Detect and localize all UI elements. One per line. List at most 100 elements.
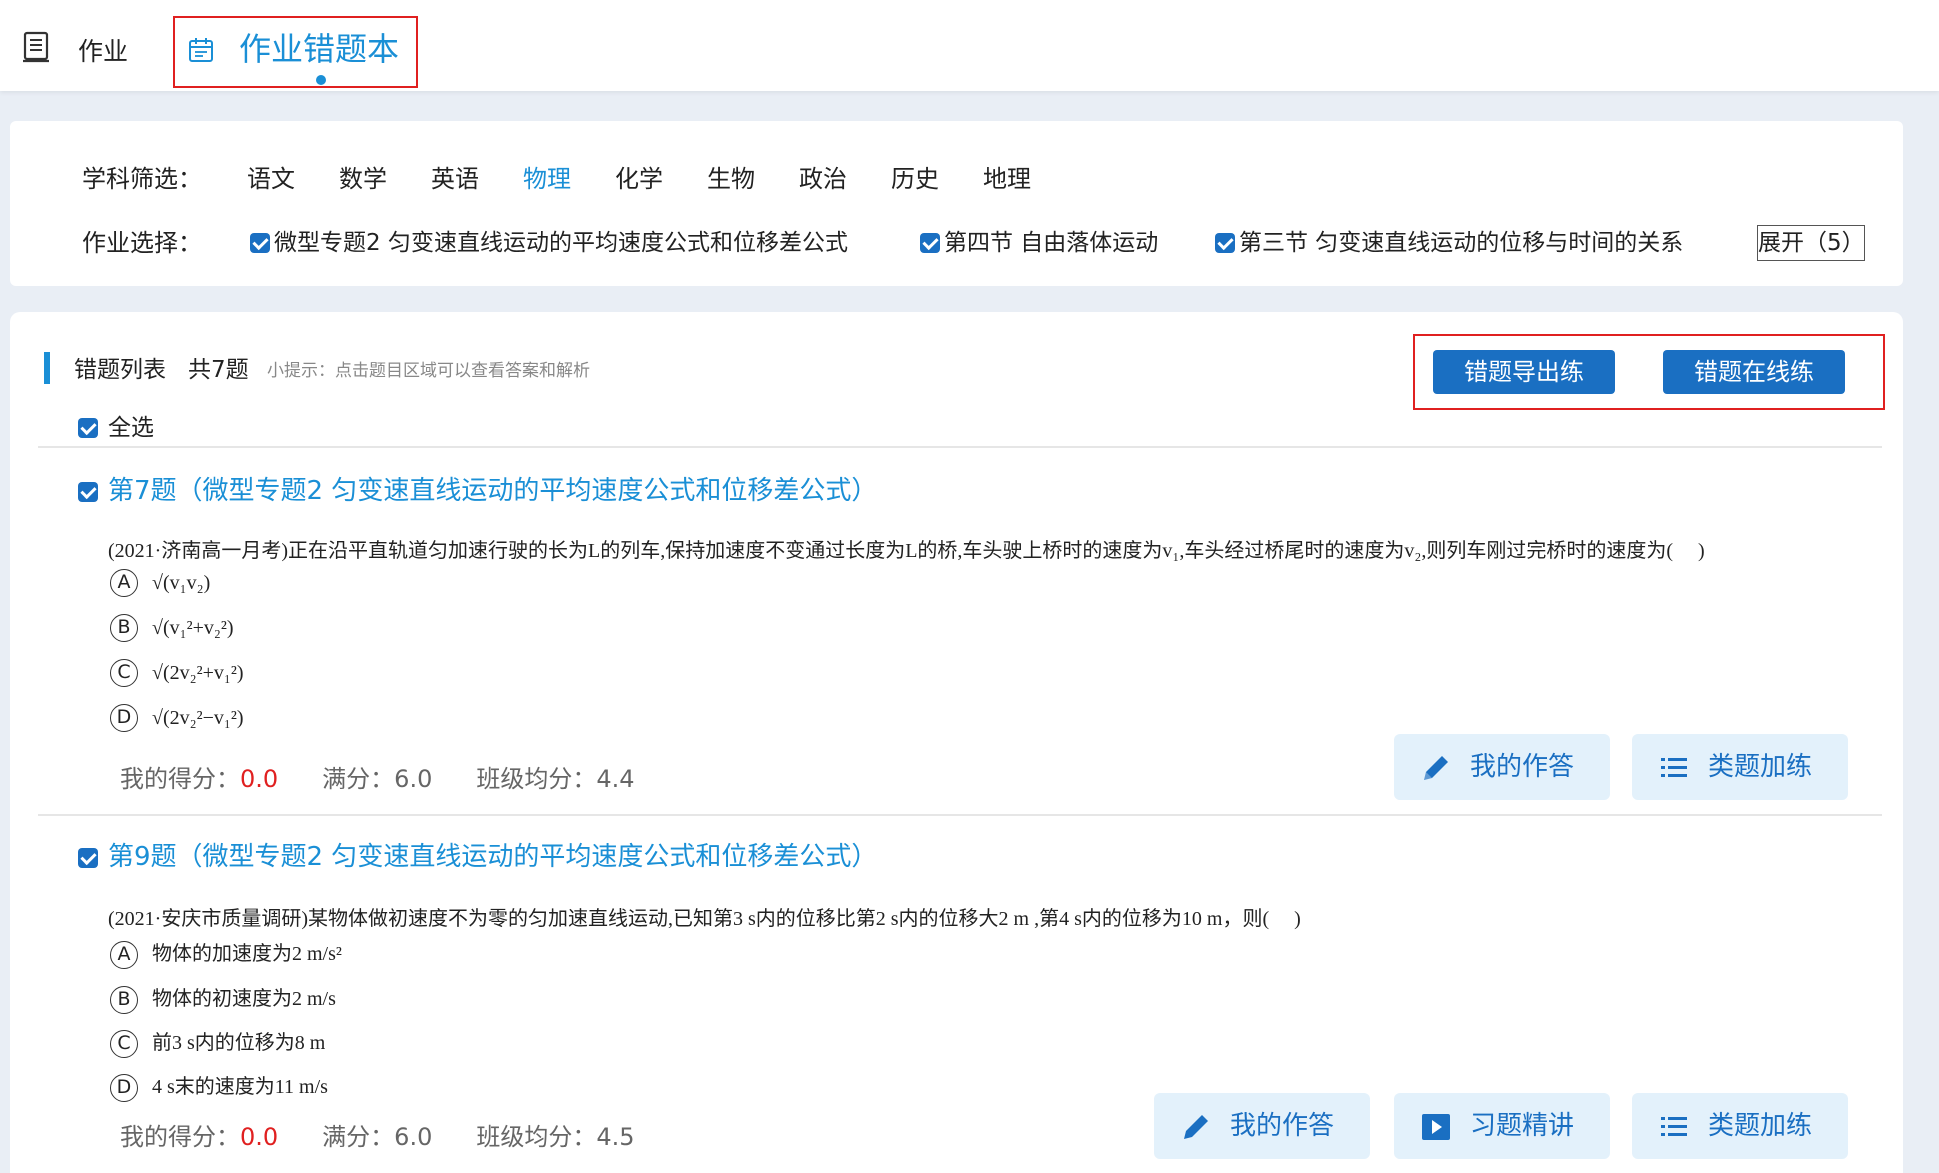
subject-filter-label: 学科筛选： (82, 165, 202, 193)
pencil-icon (1184, 1115, 1208, 1139)
option-text: 物体的加速度为2 m/s² (152, 943, 342, 965)
question-7-score-line: 我的得分：0.0 满分：6.0 班级均分：4.4 (120, 759, 635, 794)
homework-option-3[interactable]: 第三节 匀变速直线运动的位移与时间的关系 (1215, 223, 1683, 257)
list-hint: 小提示：点击题目区域可以查看答案和解析 (267, 361, 590, 381)
question-9-option-a[interactable]: A 物体的加速度为2 m/s² (110, 937, 342, 970)
subject-english[interactable]: 英语 (431, 159, 479, 194)
subject-chemistry[interactable]: 化学 (615, 159, 663, 194)
question-9-option-d[interactable]: D 4 s末的速度为11 m/s (110, 1070, 328, 1103)
homework-filter-label: 作业选择： (82, 229, 202, 257)
class-average-label: 班级均分： (476, 765, 597, 793)
question-7-option-d[interactable]: D √(2v₂²−v₁²) (110, 704, 244, 732)
full-score-label: 满分： (322, 1123, 395, 1151)
question-9-score-line: 我的得分：0.0 满分：6.0 班级均分：4.5 (120, 1117, 635, 1152)
option-letter-c: C (110, 1030, 138, 1059)
select-all[interactable]: 全选 (78, 408, 154, 442)
filter-panel: 学科筛选： 语文 数学 英语 物理 化学 生物 政治 历史 地理 作业选择： 微… (10, 121, 1903, 286)
calendar-icon (189, 38, 213, 62)
my-answer-button[interactable]: 我的作答 (1154, 1093, 1370, 1159)
list-icon (1661, 758, 1687, 777)
subject-physics[interactable]: 物理 (523, 159, 571, 194)
nav-wrongbook-tab[interactable]: 作业错题本 (173, 16, 418, 88)
my-score-value: 0.0 (240, 765, 279, 793)
button-label: 我的作答 (1470, 752, 1575, 782)
checkbox-checked-icon[interactable] (78, 482, 98, 502)
subject-math[interactable]: 数学 (339, 159, 387, 194)
checkbox-checked-icon[interactable] (78, 848, 98, 868)
question-title-text: 第7题（微型专题2 匀变速直线运动的平均速度公式和位移差公式） (108, 476, 878, 506)
my-score-label: 我的得分： (120, 765, 240, 793)
question-7-stem[interactable]: (2021·济南高一月考)正在沿平直轨道匀加速行驶的长为L的列车,保持加速度不变… (108, 534, 1705, 563)
nav-homework-tab[interactable]: 作业 (78, 32, 128, 68)
option-letter-a: A (110, 569, 138, 597)
option-letter-c: C (110, 659, 138, 687)
top-nav: 作业 作业错题本 (0, 0, 1939, 91)
expand-button[interactable]: 展开（5） (1757, 225, 1865, 261)
checkbox-checked-icon[interactable] (1215, 233, 1235, 253)
option-text: √(v₁v₂) (152, 571, 211, 594)
play-icon (1422, 1114, 1450, 1140)
action-button-group: 错题导出练 错题在线练 (1413, 334, 1885, 410)
option-letter-d: D (110, 704, 138, 732)
subject-chinese[interactable]: 语文 (247, 159, 295, 194)
online-practice-button[interactable]: 错题在线练 (1663, 350, 1845, 394)
my-answer-button[interactable]: 我的作答 (1394, 734, 1610, 800)
question-7-title[interactable]: 第7题（微型专题2 匀变速直线运动的平均速度公式和位移差公式） (78, 470, 877, 507)
list-icon (1661, 1117, 1687, 1136)
homework-option-label: 第三节 匀变速直线运动的位移与时间的关系 (1239, 230, 1684, 256)
question-9-title[interactable]: 第9题（微型专题2 匀变速直线运动的平均速度公式和位移差公式） (78, 836, 877, 873)
class-average-value: 4.4 (596, 765, 635, 793)
question-count: 共7题 (188, 357, 249, 383)
button-label: 类题加练 (1708, 752, 1813, 782)
option-letter-b: B (110, 614, 138, 642)
checkbox-checked-icon[interactable] (920, 233, 940, 253)
my-score-label: 我的得分： (120, 1123, 240, 1151)
similar-practice-button[interactable]: 类题加练 (1632, 734, 1848, 800)
active-tab-indicator (316, 75, 326, 85)
option-text: √(v₁²+v₂²) (152, 616, 234, 639)
export-practice-button[interactable]: 错题导出练 (1433, 350, 1615, 394)
checkbox-checked-icon[interactable] (78, 418, 98, 438)
question-9-stem[interactable]: (2021·安庆市质量调研)某物体做初速度不为零的匀加速直线运动,已知第3 s内… (108, 902, 1301, 931)
subject-history[interactable]: 历史 (891, 159, 939, 194)
option-text: √(2v₂²+v₁²) (152, 661, 244, 684)
question-7-option-c[interactable]: C √(2v₂²+v₁²) (110, 659, 244, 687)
homework-option-2[interactable]: 第四节 自由落体运动 (920, 223, 1158, 257)
list-title: 错题列表 (74, 357, 166, 383)
wrong-question-list: 错题列表 共7题 小提示：点击题目区域可以查看答案和解析 错题导出练 错题在线练… (10, 312, 1903, 1173)
question-9-option-b[interactable]: B 物体的初速度为2 m/s (110, 982, 336, 1015)
nav-wrongbook-label: 作业错题本 (239, 30, 400, 68)
option-text: 4 s末的速度为11 m/s (152, 1076, 328, 1098)
video-explanation-button[interactable]: 习题精讲 (1394, 1093, 1610, 1159)
subject-biology[interactable]: 生物 (707, 159, 755, 194)
question-9-option-c[interactable]: C 前3 s内的位移为8 m (110, 1026, 326, 1059)
homework-option-label: 微型专题2 匀变速直线运动的平均速度公式和位移差公式 (274, 230, 848, 256)
full-score-value: 6.0 (394, 1123, 433, 1151)
divider (38, 446, 1882, 448)
button-label: 类题加练 (1708, 1111, 1813, 1141)
option-letter-a: A (110, 941, 138, 970)
option-text: 物体的初速度为2 m/s (152, 988, 336, 1010)
question-title-text: 第9题（微型专题2 匀变速直线运动的平均速度公式和位移差公式） (108, 842, 878, 872)
homework-icon[interactable] (22, 30, 52, 64)
option-letter-d: D (110, 1074, 138, 1103)
option-text: 前3 s内的位移为8 m (152, 1032, 326, 1054)
question-7-option-a[interactable]: A √(v₁v₂) (110, 569, 210, 597)
homework-option-label: 第四节 自由落体运动 (944, 230, 1159, 256)
option-text: √(2v₂²−v₁²) (152, 706, 244, 729)
checkbox-checked-icon[interactable] (250, 233, 270, 253)
class-average-label: 班级均分： (476, 1123, 597, 1151)
select-all-label: 全选 (108, 415, 154, 441)
subject-geography[interactable]: 地理 (983, 159, 1031, 194)
homework-option-1[interactable]: 微型专题2 匀变速直线运动的平均速度公式和位移差公式 (250, 223, 848, 257)
full-score-value: 6.0 (394, 765, 433, 793)
subject-politics[interactable]: 政治 (799, 159, 847, 194)
class-average-value: 4.5 (596, 1123, 635, 1151)
option-letter-b: B (110, 986, 138, 1015)
full-score-label: 满分： (322, 765, 395, 793)
my-score-value: 0.0 (240, 1123, 279, 1151)
question-7-option-b[interactable]: B √(v₁²+v₂²) (110, 614, 234, 642)
similar-practice-button[interactable]: 类题加练 (1632, 1093, 1848, 1159)
button-label: 我的作答 (1230, 1111, 1335, 1141)
button-label: 习题精讲 (1470, 1111, 1575, 1141)
